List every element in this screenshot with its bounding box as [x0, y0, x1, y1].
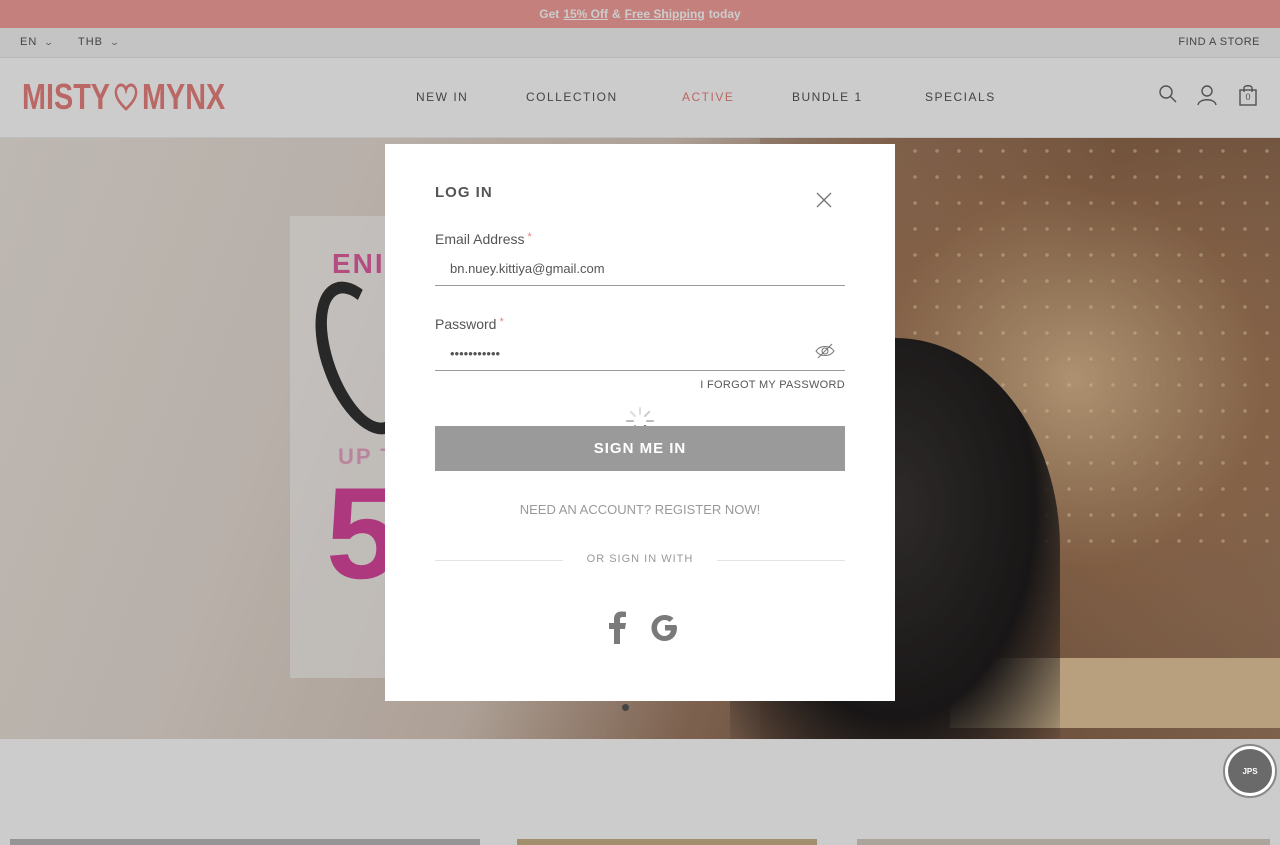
- required-mark: *: [527, 231, 532, 243]
- or-sign-in-label: OR SIGN IN WITH: [385, 553, 895, 565]
- sign-in-button[interactable]: SIGN ME IN: [435, 426, 845, 471]
- password-label: Password *: [435, 316, 504, 332]
- chat-icon: JPS: [1228, 749, 1272, 793]
- facebook-icon[interactable]: [603, 611, 633, 645]
- or-sign-in-text: OR SIGN IN WITH: [562, 553, 718, 565]
- email-label-text: Email Address: [435, 231, 525, 247]
- forgot-password-link[interactable]: I FORGOT MY PASSWORD: [700, 379, 845, 391]
- password-field[interactable]: [435, 337, 845, 371]
- chat-label: JPS: [1242, 766, 1258, 776]
- chat-button[interactable]: JPS: [1223, 744, 1277, 798]
- required-mark: *: [499, 316, 504, 328]
- modal-title: LOG IN: [435, 184, 493, 201]
- register-link[interactable]: NEED AN ACCOUNT? REGISTER NOW!: [385, 502, 895, 517]
- email-label: Email Address *: [435, 231, 532, 247]
- email-field[interactable]: [435, 252, 845, 286]
- google-icon[interactable]: [650, 611, 680, 645]
- hide-password-icon[interactable]: [815, 341, 835, 361]
- login-modal: LOG IN Email Address* Password* I FORGOT…: [385, 144, 895, 701]
- password-label-text: Password: [435, 316, 497, 332]
- close-icon[interactable]: [815, 191, 833, 209]
